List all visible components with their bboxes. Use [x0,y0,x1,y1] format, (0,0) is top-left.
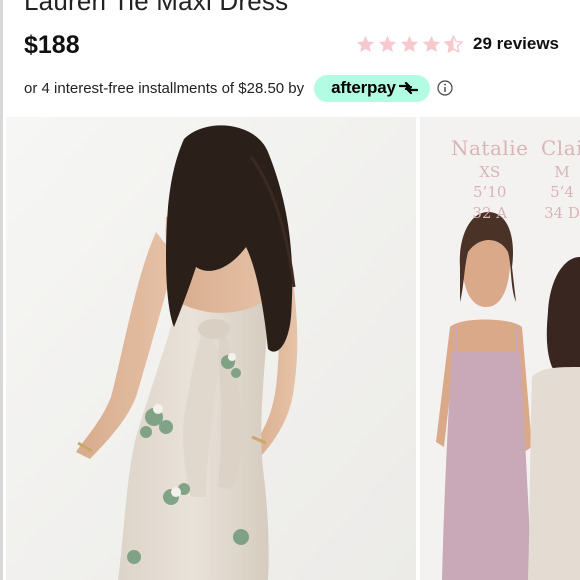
page-edge-divider [0,0,3,580]
star-half-icon [444,34,463,53]
star-icon [400,35,419,52]
model-name: Natalie [451,136,529,160]
model-back-view-illustration [6,117,416,580]
info-icon[interactable] [437,80,453,96]
star-icon [356,35,375,52]
installments-text: or 4 interest-free installments of $28.5… [24,79,305,97]
model-height: 5’10 [473,183,507,202]
model-name: Clai [541,136,580,160]
star-icon [378,35,397,52]
rating-summary[interactable]: 29 reviews [355,32,559,56]
model-height: 5’4 [550,183,574,202]
afterpay-logo-text: afterpay [331,78,396,97]
afterpay-arrows-icon [398,81,418,95]
model-bust: 34 D [544,203,580,222]
model-size-card: Natalie XS 5’10 32 A [451,135,529,223]
afterpay-badge[interactable]: afterpay [314,74,430,102]
product-image-main[interactable] [6,117,416,580]
model-size-card: Clai M 5’4 34 D [541,135,580,223]
installments-row: or 4 interest-free installments of $28.5… [24,74,453,102]
model-bust: 32 A [472,203,508,222]
reviews-link[interactable]: 29 reviews [473,34,559,54]
star-icon [422,35,441,52]
product-price: $188 [24,31,80,59]
model-size: XS [479,163,501,181]
model-size: M [554,163,570,181]
star-rating [355,34,464,55]
product-image-secondary[interactable]: Natalie XS 5’10 32 A Clai M 5’4 34 D [420,117,580,580]
product-title: Lauren Tie Maxi Dress [24,0,289,16]
